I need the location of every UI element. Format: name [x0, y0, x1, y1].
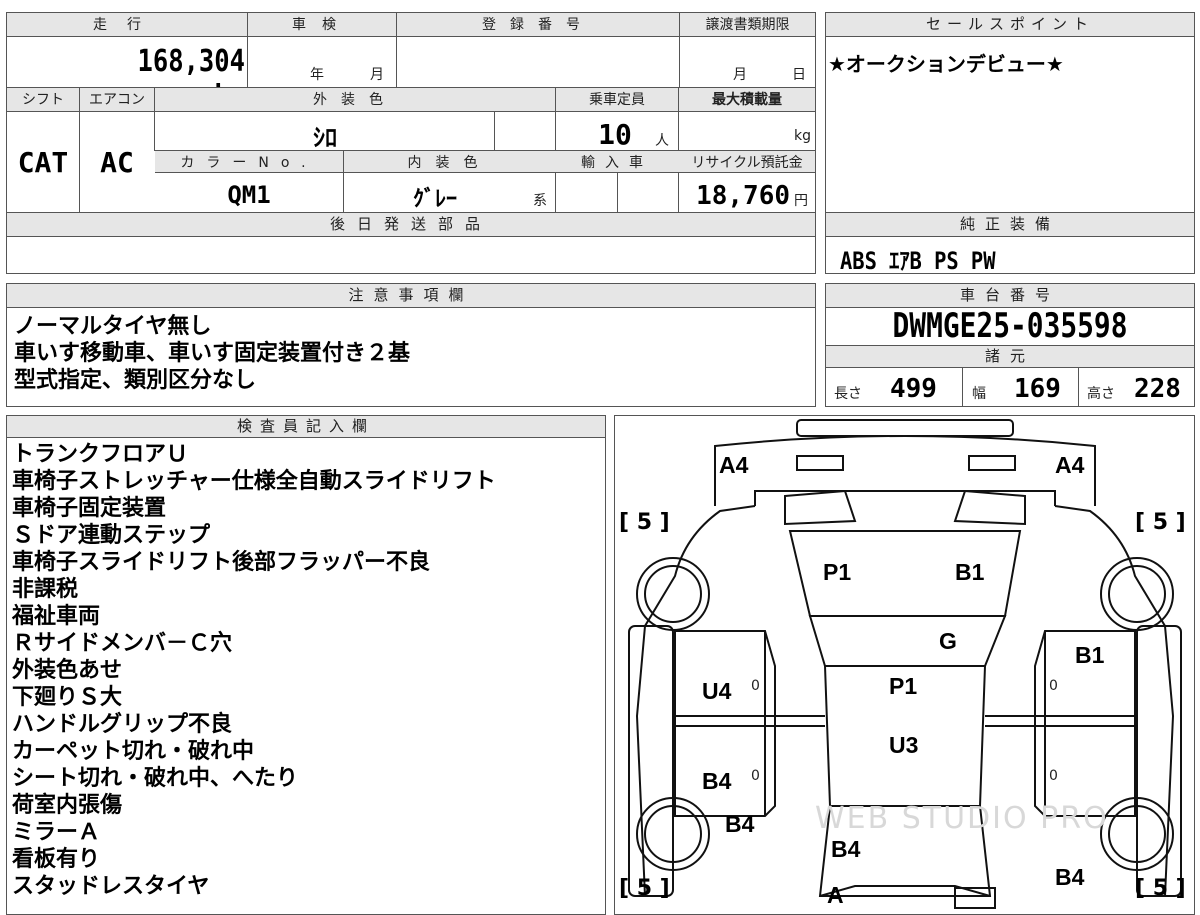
- inspector-line: 外装色あせ: [12, 658, 123, 683]
- damage-mark-a-tail: A: [827, 882, 844, 908]
- color-no-label: カラーNo.: [180, 155, 318, 171]
- inspector-line: カーペット切れ・破れ中: [12, 739, 255, 764]
- vehicle-diagram: [628, 419, 1182, 909]
- zero-mark: 0: [751, 768, 760, 784]
- deadline-day: 日: [792, 67, 806, 83]
- int-color-value: ｸﾞﾚｰ: [412, 187, 457, 212]
- sales-point-text: ★オークションデビュー★: [828, 52, 1064, 76]
- ac-value: AC: [100, 146, 134, 179]
- width-label: 幅: [972, 386, 986, 402]
- shaken-month: 月: [370, 67, 384, 83]
- notes-line: 型式指定、類別区分なし: [14, 368, 257, 393]
- specs-header: 諸元: [826, 346, 1194, 368]
- width-value: 169: [1014, 374, 1061, 404]
- recycle-label: リサイクル預託金: [691, 155, 803, 171]
- shift-value: CAT: [17, 146, 69, 179]
- inspector-line: スタッドレスタイヤ: [12, 874, 210, 899]
- tire-bracket-bl: [ 5 ]: [619, 876, 670, 901]
- tire-bracket-tl: [ 5 ]: [619, 510, 670, 535]
- inspector-line: トランクフロアＵ: [12, 442, 189, 467]
- inspector-line: 下廻りＳ大: [12, 685, 123, 710]
- zero-mark: 0: [751, 678, 760, 694]
- shaken-label: 車検: [292, 17, 352, 33]
- import-label: 輸入車: [581, 155, 653, 171]
- inspector-line: シート切れ・破れ中、へたり: [12, 766, 299, 791]
- notes-line: ノーマルタイヤ無し: [14, 314, 212, 339]
- load-unit: kg: [794, 128, 811, 144]
- damage-mark-g-windshield: G: [939, 628, 957, 654]
- zero-mark: 0: [1049, 768, 1058, 784]
- deadline-month: 月: [733, 67, 747, 83]
- inspector-line: 車椅子スライドリフト後部フラッパー不良: [12, 550, 431, 575]
- tire-bracket-tr: [ 5 ]: [1135, 510, 1186, 535]
- chassis-number: DWMGE25-035598: [892, 306, 1128, 346]
- color-no-value: QM1: [227, 181, 271, 209]
- inspector-line: 車椅子固定装置: [12, 496, 167, 521]
- inspector-lines: トランクフロアＵ 車椅子ストレッチャー仕様全自動スライドリフト 車椅子固定装置 …: [12, 441, 496, 900]
- height-label: 高さ: [1087, 386, 1115, 402]
- registration-label: 登録番号: [482, 17, 594, 33]
- int-color-suffix: 系: [533, 193, 547, 209]
- length-value: 499: [890, 374, 937, 404]
- later-parts-header: 後日発送部品: [7, 213, 815, 237]
- recycle-unit: 円: [794, 193, 808, 209]
- notes-header: 注意事項欄: [7, 284, 815, 308]
- zero-mark: 0: [1049, 678, 1058, 694]
- damage-mark-p1-roof: P1: [889, 673, 918, 699]
- deadline-label: 譲渡書類期限: [705, 17, 790, 33]
- damage-mark-b4-left-quarter: B4: [725, 811, 755, 837]
- damage-mark-a4-right: A4: [1055, 452, 1085, 478]
- diagram-box: A4 A4 P1 B1 G B1 U4 P1 U3 B4 B4 B4 B4 A …: [614, 415, 1195, 915]
- ext-color-label: 外装色: [313, 92, 397, 108]
- ext-color-value: ｼﾛ: [313, 124, 337, 152]
- sales-point-header: セールスポイント: [826, 13, 1194, 37]
- shaken-year: 年: [310, 67, 324, 83]
- ac-label: エアコン: [89, 92, 145, 108]
- inspector-line: 看板有り: [12, 847, 101, 872]
- inspector-line: 荷室内張傷: [12, 793, 123, 818]
- damage-mark-b4-left-rear-door: B4: [702, 768, 732, 794]
- capacity-value: 10: [598, 118, 632, 151]
- equipment-header: 純正装備: [826, 213, 1194, 237]
- chassis-header: 車台番号: [826, 284, 1194, 308]
- inspector-line: 福祉車両: [12, 604, 101, 629]
- tire-bracket-br: [ 5 ]: [1135, 876, 1186, 901]
- shift-label: シフト: [22, 92, 64, 108]
- damage-mark-u4-left-door: U4: [702, 678, 732, 704]
- damage-mark-p1-front: P1: [823, 559, 852, 585]
- damage-mark-b1-right-door: B1: [1075, 642, 1105, 668]
- inspector-line: Ｒサイドメンバ－Ｃ穴: [12, 631, 233, 656]
- damage-mark-a4-left: A4: [719, 452, 749, 478]
- watermark: WEB STUDIO PRO: [815, 801, 1109, 836]
- equipment-value: ABS ｴｱB PS PW: [840, 247, 996, 275]
- damage-mark-b1-hood: B1: [955, 559, 985, 585]
- max-load-label: 最大積載量: [712, 92, 782, 108]
- damage-mark-b4-right-rear: B4: [1055, 864, 1085, 890]
- length-label: 長さ: [834, 386, 862, 402]
- inspector-line: ハンドルグリップ不良: [12, 712, 233, 737]
- capacity-unit: 人: [655, 133, 669, 149]
- int-color-label: 内装色: [407, 155, 492, 171]
- height-value: 228: [1134, 374, 1181, 404]
- notes-lines: ノーマルタイヤ無し 車いす移動車、車いす固定装置付き２基 型式指定、類別区分なし: [14, 313, 410, 394]
- inspector-line: 非課税: [12, 577, 79, 602]
- recycle-value: 18,760: [696, 181, 790, 211]
- capacity-label: 乗車定員: [589, 92, 645, 108]
- inspector-line: 車椅子ストレッチャー仕様全自動スライドリフト: [12, 469, 496, 494]
- inspector-header: 検査員記入欄: [7, 416, 605, 438]
- damage-mark-u3-roof: U3: [889, 732, 919, 758]
- mileage-label: 走行: [93, 17, 161, 33]
- damage-mark-b4-rear: B4: [831, 836, 861, 862]
- inspector-line: Ｓドア連動ステップ: [12, 523, 211, 548]
- notes-line: 車いす移動車、車いす固定装置付き２基: [14, 341, 411, 366]
- inspector-line: ミラーＡ: [12, 820, 101, 845]
